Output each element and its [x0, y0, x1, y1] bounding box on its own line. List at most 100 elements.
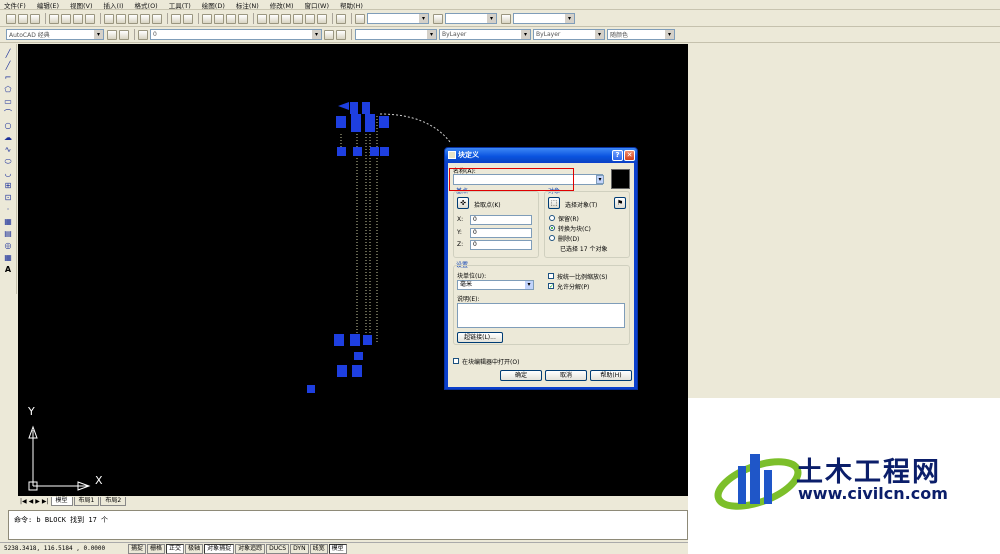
convert-radio[interactable] [549, 225, 555, 231]
spline-icon[interactable]: ∿ [3, 145, 13, 154]
table-style-combo[interactable]: ▾ [513, 13, 575, 24]
menu-item-7[interactable]: 标注(N) [236, 0, 259, 10]
menu-item-8[interactable]: 修改(M) [270, 0, 294, 10]
zoom-realtime-icon[interactable] [214, 13, 224, 24]
layer-manager-icon[interactable] [138, 29, 148, 40]
save-icon[interactable] [30, 13, 40, 24]
polar-toggle[interactable]: 极轴 [185, 543, 204, 554]
linetype-combo[interactable]: ByLayer ▾ [439, 29, 531, 40]
pick-point-icon[interactable]: ✜ [457, 197, 469, 209]
snap-toggle[interactable]: 捕捉 [128, 543, 147, 554]
publish-icon[interactable] [73, 13, 83, 24]
dyn-toggle[interactable]: DYN [290, 543, 309, 554]
tool-palettes-icon[interactable] [281, 13, 291, 24]
mtext-icon[interactable]: A [3, 265, 13, 274]
revision-cloud-icon[interactable]: ☁ [3, 133, 13, 142]
layer-combo[interactable]: 0 ▾ [150, 29, 322, 40]
workspace-settings-icon[interactable] [107, 29, 117, 40]
menu-item-5[interactable]: 工具(T) [169, 0, 191, 10]
grid-toggle[interactable]: 栅格 [147, 543, 166, 554]
dim-style-combo[interactable]: ▾ [445, 13, 497, 24]
ok-button[interactable]: 确定 [500, 370, 542, 381]
prev-tab-icon[interactable]: ◀ [29, 498, 34, 505]
y-input[interactable]: 0 [470, 228, 532, 238]
hyperlink-button[interactable]: 超链接(L)... [457, 332, 503, 343]
menu-item-9[interactable]: 窗口(W) [304, 0, 329, 10]
calculator-icon[interactable] [317, 13, 327, 24]
allow-explode-checkbox[interactable]: ✓ [548, 283, 554, 290]
print-icon[interactable] [49, 13, 59, 24]
block-unit-select[interactable]: 毫米 ▾ [457, 280, 534, 290]
zoom-previous-icon[interactable] [238, 13, 248, 24]
lineweight-toggle[interactable]: 线宽 [309, 543, 328, 554]
dialog-close-icon[interactable]: ✕ [624, 150, 635, 161]
osnap-toggle[interactable]: 对象捕捉 [204, 543, 235, 554]
undo-icon[interactable] [171, 13, 181, 24]
help-icon[interactable] [336, 13, 346, 24]
text-style-icon[interactable] [355, 13, 365, 24]
polygon-icon[interactable]: ⬠ [3, 85, 13, 94]
properties-icon[interactable] [257, 13, 267, 24]
sheet-set-icon[interactable] [293, 13, 303, 24]
insert-block-icon[interactable]: ⊞ [3, 181, 13, 190]
region-icon[interactable]: ◎ [3, 241, 13, 250]
menu-item-3[interactable]: 插入(I) [104, 0, 124, 10]
circle-icon[interactable]: ○ [3, 121, 13, 130]
redo-icon[interactable] [183, 13, 193, 24]
color-combo[interactable]: ▾ [355, 29, 437, 40]
x-input[interactable]: 0 [470, 215, 532, 225]
open-icon[interactable] [18, 13, 28, 24]
cut-icon[interactable] [104, 13, 114, 24]
select-objects-icon[interactable]: ⬚ [548, 197, 560, 209]
polyline-icon[interactable]: ⌐ [3, 73, 13, 82]
layer-previous-icon[interactable] [336, 29, 346, 40]
zoom-window-icon[interactable] [226, 13, 236, 24]
open-in-editor-checkbox[interactable] [453, 358, 459, 364]
description-textarea[interactable] [457, 303, 625, 328]
dialog-titlebar[interactable]: 块定义 [445, 148, 637, 162]
menu-item-10[interactable]: 帮助(H) [340, 0, 363, 10]
retain-radio[interactable] [549, 215, 555, 221]
workspace-combo[interactable]: AutoCAD 经典 ▾ [6, 29, 104, 40]
dialog-help-icon[interactable]: ? [612, 150, 623, 161]
paste-icon[interactable] [128, 13, 138, 24]
command-window[interactable]: 命令: b BLOCK 找到 17 个 [8, 510, 688, 540]
gradient-icon[interactable]: ▤ [3, 229, 13, 238]
name-dropdown-icon[interactable]: ▾ [596, 175, 604, 184]
markup-icon[interactable] [305, 13, 315, 24]
tab-model[interactable]: 模型 [50, 496, 73, 506]
help-button[interactable]: 帮助(H) [590, 370, 632, 381]
make-block-icon[interactable]: ⊡ [3, 193, 13, 202]
dim-style-icon[interactable] [433, 13, 443, 24]
next-tab-icon[interactable]: ▶ [35, 498, 40, 505]
scale-uniformly-checkbox[interactable] [548, 273, 554, 279]
cancel-button[interactable]: 取消 [545, 370, 587, 381]
model-toggle[interactable]: 模型 [328, 543, 347, 554]
ellipse-arc-icon[interactable]: ◡ [3, 169, 13, 178]
lineweight-combo[interactable]: ByLayer ▾ [533, 29, 605, 40]
ortho-toggle[interactable]: 正交 [166, 543, 185, 554]
tab-layout1[interactable]: 布局1 [73, 496, 100, 506]
workspace-save-icon[interactable] [119, 29, 129, 40]
first-tab-icon[interactable]: |◀ [20, 498, 27, 505]
menu-item-6[interactable]: 绘图(D) [202, 0, 225, 10]
hatch-icon[interactable]: ▦ [3, 217, 13, 226]
construction-line-icon[interactable]: ╱ [3, 61, 13, 70]
delete-radio[interactable] [549, 235, 555, 241]
menu-item-4[interactable]: 格式(O) [135, 0, 158, 10]
table-icon[interactable]: ▦ [3, 253, 13, 262]
z-input[interactable]: 0 [470, 240, 532, 250]
new-icon[interactable] [6, 13, 16, 24]
line-icon[interactable]: ╱ [3, 49, 13, 58]
arc-icon[interactable]: ⌒ [3, 109, 13, 118]
3d-dwf-icon[interactable] [85, 13, 95, 24]
menu-item-0[interactable]: 文件(F) [4, 0, 26, 10]
make-current-layer-icon[interactable] [324, 29, 334, 40]
tab-layout2[interactable]: 布局2 [100, 496, 127, 506]
otrack-toggle[interactable]: 对象追踪 [235, 543, 266, 554]
ellipse-icon[interactable]: ⬭ [3, 157, 13, 166]
print-preview-icon[interactable] [61, 13, 71, 24]
table-style-icon[interactable] [501, 13, 511, 24]
plotstyle-combo[interactable]: 随颜色 ▾ [607, 29, 675, 40]
rectangle-icon[interactable]: ▭ [3, 97, 13, 106]
